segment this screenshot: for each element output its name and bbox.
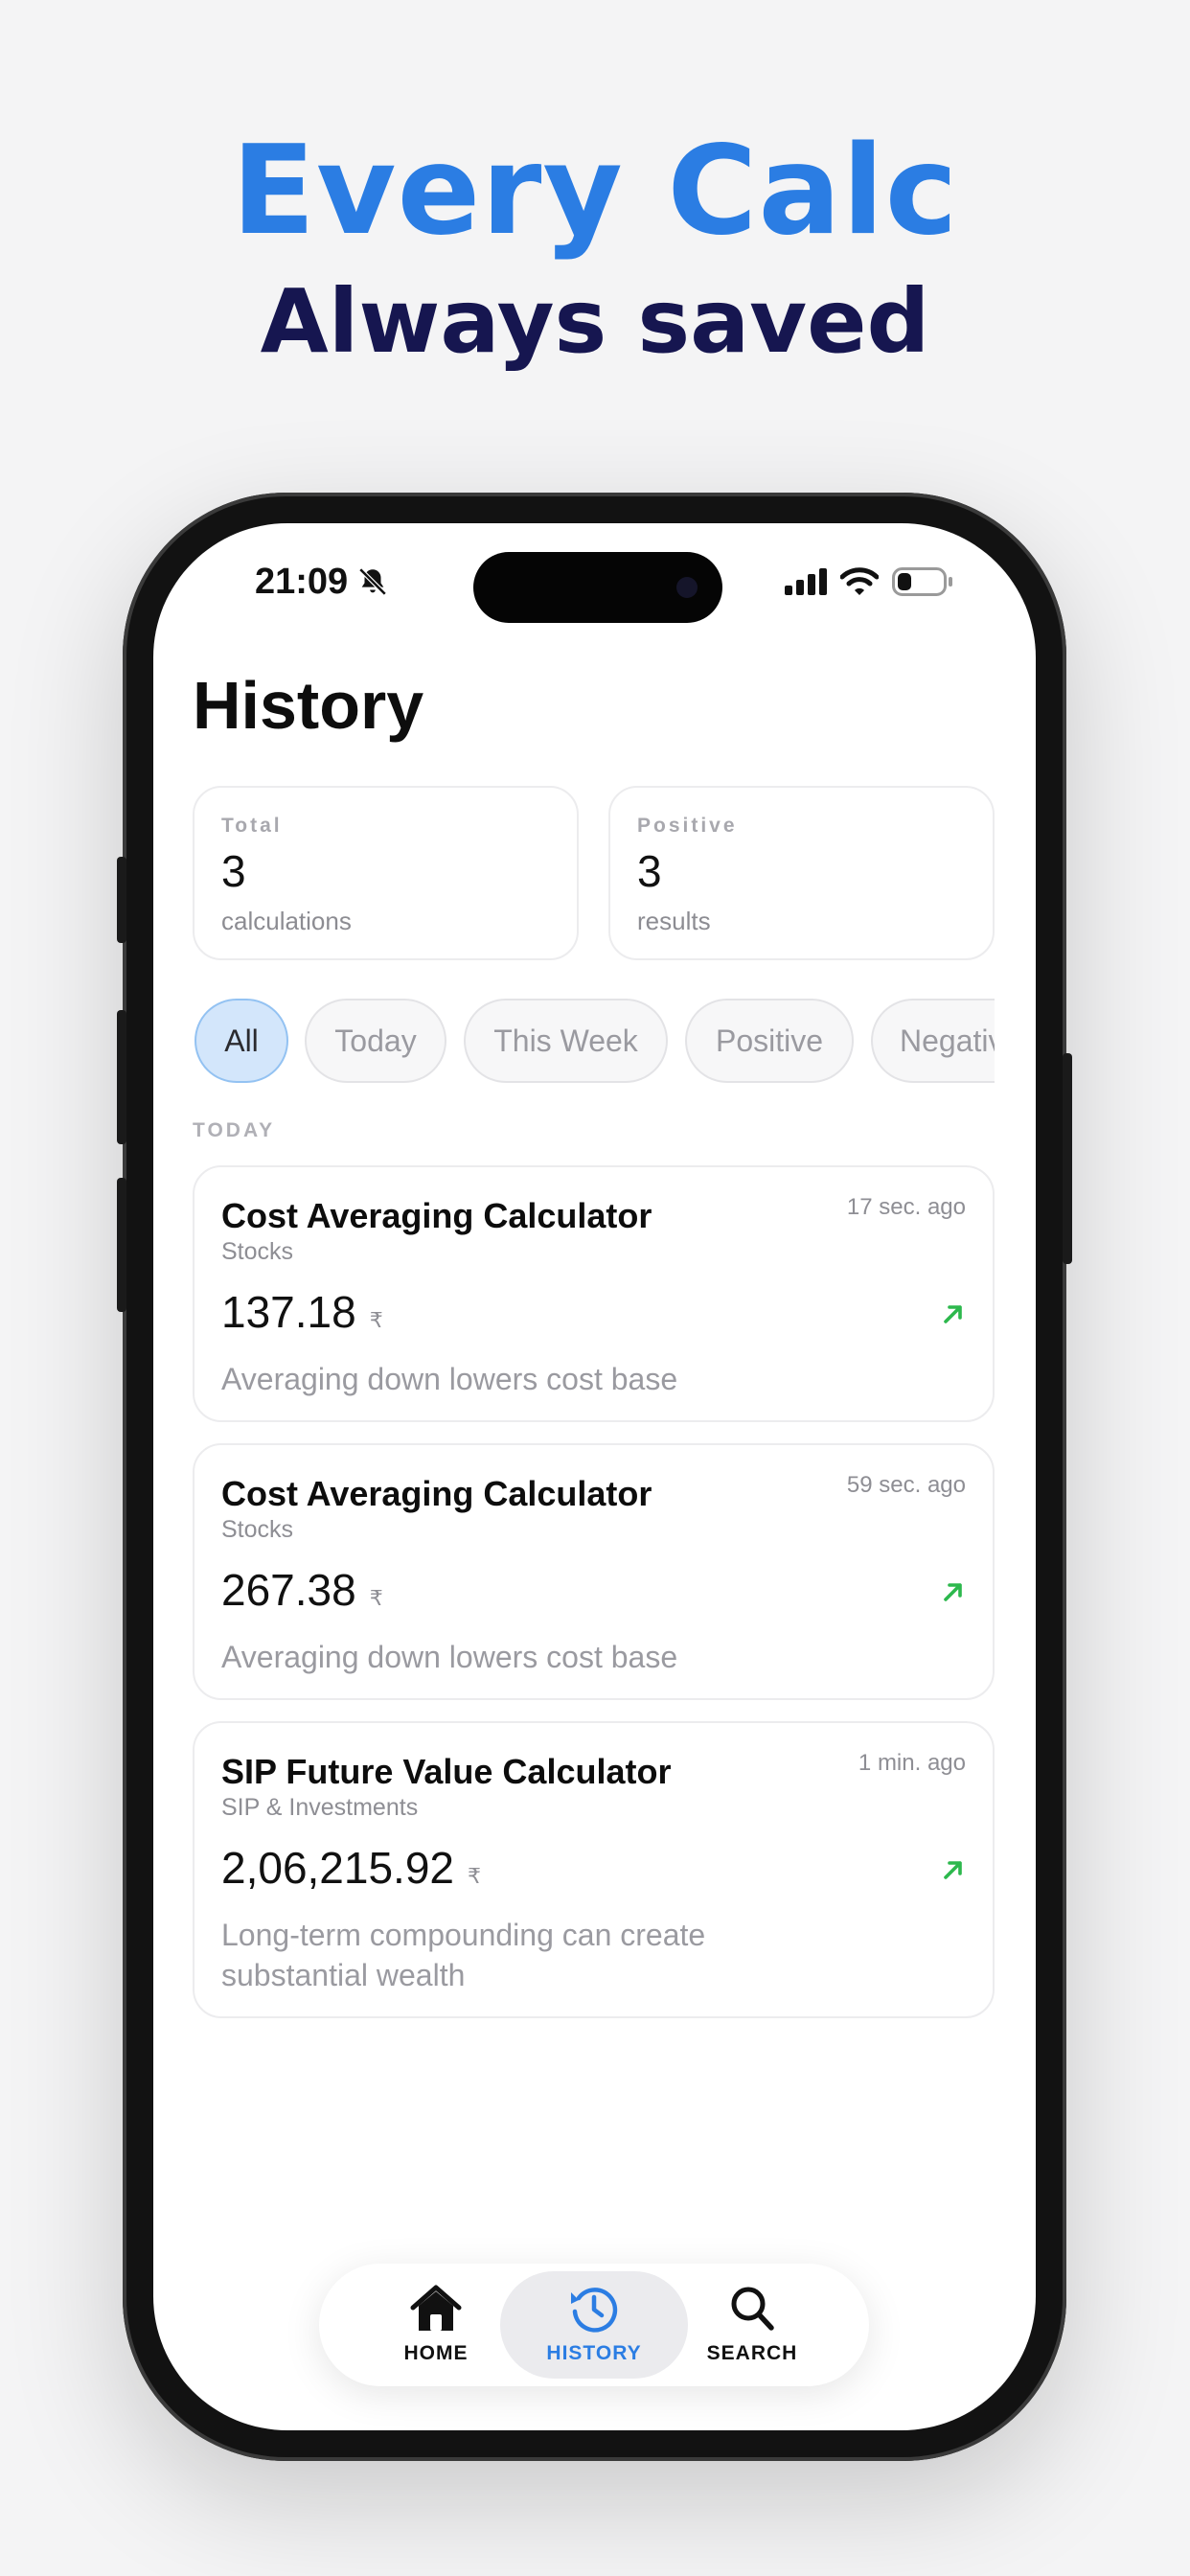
section-label-today: TODAY: [193, 1119, 276, 1141]
bell-slash-icon: [356, 565, 389, 603]
stat-card-total: Total 3 calculations: [193, 786, 579, 960]
card-note: Averaging down lowers cost base: [221, 1362, 678, 1396]
action-button: [117, 857, 126, 943]
stat-sub: results: [637, 907, 711, 935]
stat-sub: calculations: [221, 907, 352, 935]
stat-value: 3: [637, 846, 662, 896]
card-category: SIP & Investments: [221, 1794, 419, 1821]
stat-label: Positive: [637, 815, 738, 837]
filter-chip-today[interactable]: Today: [305, 999, 446, 1083]
promo-subheadline: Always saved: [260, 270, 930, 373]
search-icon: [658, 2283, 846, 2334]
dynamic-island: [473, 552, 722, 623]
filter-chips: All Today This Week Positive Negative: [193, 997, 995, 1087]
history-card[interactable]: Cost Averaging Calculator Stocks 59 sec.…: [193, 1443, 995, 1700]
power-button: [1063, 1053, 1072, 1264]
filter-chip-negative[interactable]: Negative: [871, 999, 995, 1083]
amount-value: 2,06,215.92: [221, 1843, 455, 1893]
volume-down-button: [117, 1178, 126, 1312]
card-amount: 267.38 ₹: [221, 1564, 383, 1616]
amount-value: 267.38: [221, 1565, 356, 1615]
card-note: Averaging down lowers cost base: [221, 1640, 678, 1674]
tab-search[interactable]: SEARCH: [658, 2271, 846, 2379]
stat-label: Total: [221, 815, 283, 837]
currency-symbol: ₹: [369, 1586, 383, 1610]
filter-chip-positive[interactable]: Positive: [685, 999, 854, 1083]
cellular-signal-icon: [785, 568, 827, 600]
promo-headline: Every Calc: [231, 120, 959, 263]
amount-value: 137.18: [221, 1287, 356, 1337]
card-amount: 137.18 ₹: [221, 1286, 383, 1338]
stat-value: 3: [221, 846, 246, 896]
status-icons: [785, 567, 953, 601]
volume-up-button: [117, 1010, 126, 1144]
page-title: History: [193, 668, 424, 743]
battery-icon: [892, 567, 953, 601]
card-timestamp: 17 sec. ago: [846, 1194, 966, 1220]
card-timestamp: 1 min. ago: [858, 1750, 966, 1776]
history-card[interactable]: Cost Averaging Calculator Stocks 17 sec.…: [193, 1165, 995, 1422]
filter-chip-all[interactable]: All: [195, 999, 288, 1083]
card-category: Stocks: [221, 1238, 294, 1265]
phone-frame: 21:09 History Total 3 calculations Posit…: [117, 493, 1072, 2461]
tab-label: SEARCH: [706, 2342, 798, 2364]
trend-up-icon: [941, 1579, 966, 1609]
phone-screen: 21:09 History Total 3 calculations Posit…: [153, 523, 1036, 2430]
status-time: 21:09: [255, 562, 349, 602]
card-title: Cost Averaging Calculator: [221, 1196, 652, 1235]
card-note: Long-term compounding can create substan…: [221, 1918, 706, 1992]
wifi-icon: [839, 567, 880, 601]
filter-chip-this-week[interactable]: This Week: [464, 999, 668, 1083]
stat-card-positive: Positive 3 results: [608, 786, 995, 960]
card-amount: 2,06,215.92 ₹: [221, 1842, 481, 1894]
card-timestamp: 59 sec. ago: [846, 1472, 966, 1498]
trend-up-icon: [941, 1301, 966, 1331]
currency-symbol: ₹: [468, 1864, 482, 1888]
card-title: Cost Averaging Calculator: [221, 1474, 652, 1513]
bottom-tab-bar: HOME HISTORY SEARCH: [319, 2264, 869, 2386]
history-card[interactable]: SIP Future Value Calculator SIP & Invest…: [193, 1721, 995, 2018]
card-category: Stocks: [221, 1516, 294, 1543]
currency-symbol: ₹: [369, 1308, 383, 1332]
trend-up-icon: [941, 1857, 966, 1887]
card-title: SIP Future Value Calculator: [221, 1752, 672, 1791]
